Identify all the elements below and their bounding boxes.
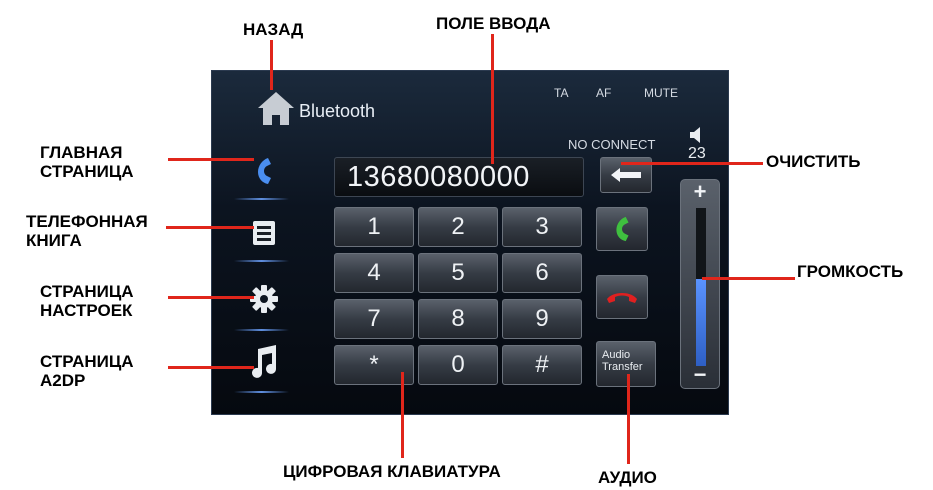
keypad-key[interactable]: 8: [418, 299, 498, 339]
keypad-key[interactable]: 3: [502, 207, 582, 247]
callout-settings: СТРАНИЦА НАСТРОЕК: [40, 282, 134, 320]
audio-transfer-button[interactable]: Audio Transfer: [596, 341, 656, 387]
callout-settings-line2: НАСТРОЕК: [40, 301, 133, 320]
callout-a2dp: СТРАНИЦА A2DP: [40, 352, 134, 390]
volume-minus-button[interactable]: −: [681, 364, 719, 388]
sidebar-separator: [234, 391, 289, 393]
keypad-key[interactable]: 2: [418, 207, 498, 247]
callout-volume: ГРОМКОСТЬ: [797, 262, 904, 281]
callout-back: НАЗАД: [243, 20, 304, 39]
sidebar-phonebook-button[interactable]: [244, 213, 284, 253]
callout-clear: ОЧИСТИТЬ: [766, 152, 861, 171]
home-button[interactable]: [256, 89, 296, 127]
volume-track: [696, 208, 706, 366]
hangup-button[interactable]: [596, 275, 648, 319]
connection-status: NO CONNECT: [568, 137, 656, 152]
pointer-line-main-page: [168, 158, 254, 161]
sidebar-phone-button[interactable]: [244, 151, 284, 191]
home-icon: [258, 92, 294, 125]
callout-input-field: ПОЛЕ ВВОДА: [436, 14, 551, 33]
keypad-key[interactable]: 7: [334, 299, 414, 339]
pointer-line-audio: [627, 374, 630, 464]
gear-icon: [250, 285, 278, 313]
pointer-line-phonebook: [166, 226, 254, 229]
sidebar-separator: [234, 198, 289, 200]
keypad-key[interactable]: 5: [418, 253, 498, 293]
sidebar-separator: [234, 260, 289, 262]
callout-a2dp-line1: СТРАНИЦА: [40, 352, 134, 371]
keypad-key[interactable]: 0: [418, 345, 498, 385]
callout-a2dp-line2: A2DP: [40, 371, 86, 390]
keypad-key[interactable]: 1: [334, 207, 414, 247]
keypad-key[interactable]: 4: [334, 253, 414, 293]
callout-main-page-line1: ГЛАВНАЯ: [40, 143, 123, 162]
audio-transfer-line1: Audio: [602, 349, 631, 361]
status-af: AF: [596, 86, 612, 100]
volume-slider[interactable]: + −: [680, 179, 720, 389]
device-screen: Bluetooth TA AF MUTE NO CONNECT 23 13680…: [211, 70, 729, 415]
keypad-key[interactable]: 6: [502, 253, 582, 293]
sidebar-separator: [234, 329, 289, 331]
music-note-icon: [252, 345, 276, 378]
volume-plus-button[interactable]: +: [681, 180, 719, 206]
call-green-icon: [616, 216, 629, 242]
pointer-line-back: [270, 40, 273, 90]
sidebar-settings-button[interactable]: [244, 279, 284, 319]
volume-level-fill: [696, 279, 706, 366]
pointer-line-volume: [702, 277, 795, 280]
hangup-red-icon: [607, 293, 637, 303]
phonebook-icon: [253, 221, 275, 245]
audio-transfer-line2: Transfer: [602, 361, 643, 373]
volume-value: 23: [688, 145, 706, 162]
screen-title: Bluetooth: [299, 101, 376, 121]
sidebar-a2dp-button[interactable]: [244, 339, 284, 383]
status-mute: MUTE: [644, 86, 678, 100]
pointer-line-a2dp: [168, 366, 254, 369]
callout-keypad: ЦИФРОВАЯ КЛАВИАТУРА: [283, 462, 501, 481]
phone-icon: [258, 158, 271, 184]
pointer-line-input-field: [491, 34, 494, 164]
callout-main-page-line2: СТРАНИЦА: [40, 162, 134, 181]
pointer-line-keypad: [401, 372, 404, 458]
pointer-line-settings: [168, 296, 254, 299]
callout-main-page: ГЛАВНАЯ СТРАНИЦА: [40, 143, 134, 181]
call-button[interactable]: [596, 207, 648, 251]
keypad-key[interactable]: 9: [502, 299, 582, 339]
pointer-line-clear: [621, 162, 763, 165]
callout-settings-line1: СТРАНИЦА: [40, 282, 134, 301]
status-ta: TA: [554, 86, 569, 100]
backspace-arrow-icon: [611, 168, 641, 182]
callout-phonebook-line1: ТЕЛЕФОННАЯ: [26, 212, 148, 231]
callout-audio: АУДИО: [598, 468, 657, 487]
callout-phonebook-line2: КНИГА: [26, 231, 82, 250]
callout-phonebook: ТЕЛЕФОННАЯ КНИГА: [26, 212, 148, 250]
keypad-key[interactable]: #: [502, 345, 582, 385]
number-input-field[interactable]: 13680080000: [334, 157, 584, 197]
